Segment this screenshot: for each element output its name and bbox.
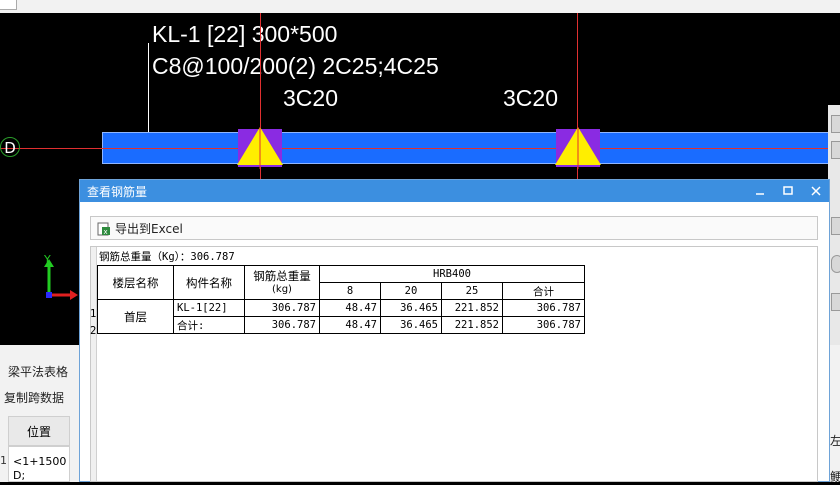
cell-d8: 48.47 [319, 299, 381, 317]
close-icon [811, 186, 821, 196]
export-excel-label: 导出到Excel [115, 222, 183, 236]
cell-d20: 36.465 [380, 299, 442, 317]
cell-total: 306.787 [244, 316, 320, 334]
header-total-weight-unit: (kg) [272, 283, 292, 295]
close-button[interactable] [806, 181, 826, 201]
header-total-weight-label: 钢筋总重量 [253, 268, 311, 283]
report-area: 钢筋总重量（Kg）：306.787 1 2 楼层名称 构件名称 钢筋总重量 (k… [90, 246, 818, 482]
header-total-weight: 钢筋总重量 (kg) [244, 265, 320, 300]
row-number: 1 [0, 454, 7, 467]
table-row[interactable]: 首层 KL-1[22] 306.787 48.47 36.465 221.852… [97, 299, 585, 334]
column-support-2[interactable] [555, 127, 601, 169]
right-tool-button-5[interactable] [831, 293, 840, 311]
total-weight-text: 钢筋总重量（Kg）：306.787 [99, 251, 235, 263]
right-label-bottom: 鲠 [830, 470, 840, 484]
axis-bubble-d[interactable]: D [0, 137, 20, 157]
export-excel-button[interactable]: x 导出到Excel [97, 220, 183, 238]
header-subtotal: 合计 [502, 282, 585, 300]
support-triangle-icon [555, 127, 601, 169]
header-floor-name: 楼层名称 [97, 265, 174, 300]
rebar-table: 楼层名称 构件名称 钢筋总重量 (kg) HRB400 8 20 25 合计 首… [97, 265, 585, 334]
right-tool-button-4[interactable] [831, 255, 840, 273]
cell-member: 合计: [173, 316, 245, 334]
top-corner-box [0, 0, 17, 10]
support-triangle-icon [237, 127, 283, 169]
header-diameter-8: 8 [319, 282, 381, 300]
maximize-icon [783, 186, 793, 195]
copy-span-data-button[interactable]: 复制跨数据 [0, 389, 74, 406]
cell-d8: 48.47 [319, 316, 381, 334]
header-diameter-25: 25 [441, 282, 503, 300]
position-cell[interactable]: <1+1500 D; [8, 446, 70, 482]
right-label-left: 左 [830, 434, 840, 448]
right-tool-button-3[interactable] [831, 217, 840, 235]
top-toolbar-strip [0, 0, 840, 13]
header-diameter-20: 20 [380, 282, 442, 300]
cell-sum: 306.787 [502, 316, 585, 334]
tab-beam-table[interactable]: 梁平法表格 [0, 363, 78, 380]
dialog-toolbar: x 导出到Excel [90, 216, 818, 240]
cell-d25: 221.852 [441, 316, 503, 334]
row-number-1: 1 [90, 308, 97, 320]
cell-sum: 306.787 [502, 299, 585, 317]
excel-export-icon: x [97, 222, 110, 236]
rebar-quantity-dialog: 查看钢筋量 x 导出到Excel 钢筋总重量（Kg）：306.787 1 2 楼… [79, 179, 830, 482]
beam-stirrup-spec[interactable]: C8@100/200(2) 2C25;4C25 [152, 53, 439, 80]
header-grade: HRB400 [319, 265, 585, 283]
column-header-position: 位置 [8, 416, 70, 446]
cell-floor-name: 首层 [97, 299, 174, 334]
cell-total: 306.787 [244, 299, 320, 317]
svg-text:Y: Y [43, 253, 51, 266]
beam-label[interactable]: KL-1 [22] 300*500 [152, 21, 337, 48]
minimize-icon [756, 193, 764, 195]
ucs-axis-icon: Y [43, 253, 78, 300]
column-support-1[interactable] [237, 127, 283, 169]
cell-member: KL-1[22] [173, 299, 245, 317]
svg-text:x: x [104, 228, 108, 236]
maximize-button[interactable] [778, 181, 798, 201]
cell-d20: 36.465 [380, 316, 442, 334]
dialog-title-bar[interactable]: 查看钢筋量 [80, 180, 829, 202]
header-member-name: 构件名称 [173, 265, 245, 300]
row-number-2: 2 [90, 325, 97, 337]
position-value-line1: <1+1500 [13, 455, 67, 468]
axis-line-horizontal [0, 148, 828, 149]
top-rebar-label-right[interactable]: 3C20 [503, 85, 558, 112]
dialog-title: 查看钢筋量 [87, 185, 148, 199]
top-rebar-label-left[interactable]: 3C20 [283, 85, 338, 112]
position-value-line2: D; [13, 469, 26, 482]
cell-d25: 221.852 [441, 299, 503, 317]
right-tool-button-1[interactable] [831, 115, 840, 133]
minimize-button[interactable] [750, 181, 770, 201]
right-tool-button-2[interactable] [831, 141, 840, 159]
